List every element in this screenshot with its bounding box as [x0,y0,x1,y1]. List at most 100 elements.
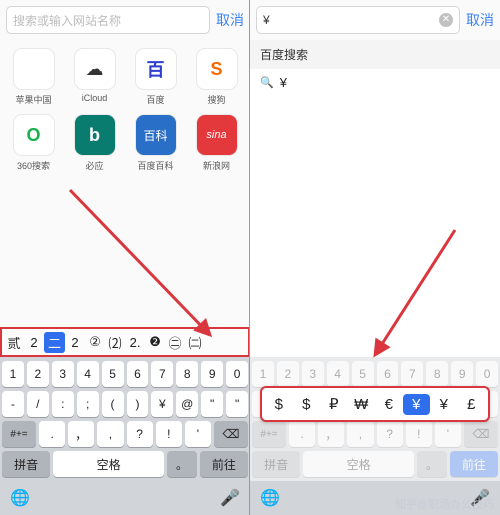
cancel-button[interactable]: 取消 [216,10,244,30]
screen-right: ¥ ✕ 取消 百度搜索 🔍 ¥ 1234567890 -/:;()¥@"" #+… [250,0,500,515]
key-space[interactable]: 空格 [303,451,414,477]
key-yen[interactable]: ¥ [151,391,173,417]
globe-icon[interactable]: 🌐 [260,488,280,508]
bookmark-baike[interactable]: 百科 百度百科 [126,114,185,172]
candidate[interactable]: ❷ [145,334,165,350]
candidate[interactable]: 2 [65,335,85,350]
key-dash[interactable]: - [2,391,24,417]
search-row: 搜索或输入网站名称 取消 [0,0,250,40]
key-quote2[interactable]: " [226,391,248,417]
bookmark-label: 百度百科 [137,159,173,172]
keyboard-control-row: 🌐 🎤 [0,481,250,515]
key-colon[interactable]: : [52,391,74,417]
candidate[interactable]: 2 [24,335,44,350]
key-at[interactable]: @ [176,391,198,417]
key-quote[interactable]: " [201,391,223,417]
search-input[interactable]: 搜索或输入网站名称 [6,6,210,34]
bookmark-label: 新浪网 [203,159,230,172]
key-cncomma[interactable]: ， [68,421,94,447]
bookmark-label: 搜狗 [207,93,225,106]
key-1[interactable]: 1 [2,361,24,387]
suggestions: 百度搜索 🔍 ¥ [250,40,500,357]
key-bang[interactable]: ! [156,421,182,447]
sina-icon: sina [196,114,238,156]
currency-key[interactable]: ₽ [320,395,348,413]
key-4[interactable]: 4 [77,361,99,387]
key-5[interactable]: 5 [102,361,124,387]
key-symbols[interactable]: #+= [2,421,36,447]
baidu-icon: 百 [135,48,177,90]
apple-icon [13,48,55,90]
key-lparen[interactable]: ( [102,391,124,417]
search-input[interactable]: ¥ ✕ [256,6,460,34]
candidate[interactable]: ㈡ [185,333,205,352]
key-slash[interactable]: / [27,391,49,417]
currency-key-selected[interactable]: ¥ [403,394,431,415]
key-space[interactable]: 空格 [53,451,164,477]
currency-popup[interactable]: $ $ ₽ ₩ € ¥ ¥ £ [260,386,490,422]
bottom-row: 拼音 空格 。 前往 [252,451,498,477]
candidate[interactable]: ② [85,334,105,350]
360-icon: O [13,114,55,156]
suggest-header: 百度搜索 [250,40,500,69]
key-comma[interactable]: , [97,421,123,447]
bookmark-label: 苹果中国 [15,93,51,106]
bookmark-360[interactable]: O 360搜索 [4,114,63,172]
symbol-row-2: #+= . ， , ? ! ' ⌫ [2,421,248,447]
bookmark-label: 百度 [146,93,164,106]
cancel-button[interactable]: 取消 [466,10,494,30]
candidate[interactable]: ㊁ [165,333,185,352]
key-0[interactable]: 0 [226,361,248,387]
bookmark-icloud[interactable]: ☁ iCloud [65,48,124,106]
suggest-text: ¥ [280,75,287,90]
key-dot[interactable]: 。 [167,451,197,477]
key-6[interactable]: 6 [127,361,149,387]
bookmark-sina[interactable]: sina 新浪网 [187,114,246,172]
suggest-item[interactable]: 🔍 ¥ [250,69,500,96]
baike-icon: 百科 [135,114,177,156]
search-icon: 🔍 [260,76,274,89]
bookmark-apple[interactable]: 苹果中国 [4,48,63,106]
bookmark-baidu[interactable]: 百 百度 [126,48,185,106]
bing-icon: b [74,114,116,156]
bottom-row: 拼音 空格 。 前往 [2,451,248,477]
key-go[interactable]: 前往 [450,451,498,477]
sogou-icon: S [196,48,238,90]
bookmarks-grid: 苹果中国 ☁ iCloud 百 百度 S 搜狗 O 360搜索 b 必应 百科 … [0,40,250,172]
currency-key[interactable]: € [375,396,403,413]
candidate-strip[interactable]: 贰 2 二 2 ② ⑵ 2. ❷ ㊁ ㈡ [0,327,250,357]
key-3[interactable]: 3 [52,361,74,387]
currency-key[interactable]: £ [458,396,486,413]
currency-key[interactable]: ¥ [430,396,458,413]
key-period[interactable]: . [39,421,65,447]
mic-icon[interactable]: 🎤 [220,488,240,508]
currency-key[interactable]: $ [293,396,321,413]
bookmark-bing[interactable]: b 必应 [65,114,124,172]
key-dot[interactable]: 。 [417,451,447,477]
key-7[interactable]: 7 [151,361,173,387]
search-row: ¥ ✕ 取消 [250,0,500,40]
bookmark-sogou[interactable]: S 搜狗 [187,48,246,106]
key-2[interactable]: 2 [27,361,49,387]
candidate[interactable]: ⑵ [105,333,125,352]
key-backspace[interactable]: ⌫ [214,421,248,447]
key-mode[interactable]: 拼音 [2,451,50,477]
key-rparen[interactable]: ) [127,391,149,417]
clear-icon[interactable]: ✕ [439,13,453,27]
globe-icon[interactable]: 🌐 [10,488,30,508]
key-9[interactable]: 9 [201,361,223,387]
currency-key[interactable]: $ [265,396,293,413]
candidate[interactable]: 2. [125,335,145,350]
key-go[interactable]: 前往 [200,451,248,477]
key-question[interactable]: ? [127,421,153,447]
key-mode[interactable]: 拼音 [252,451,300,477]
candidate[interactable]: 贰 [4,333,24,352]
search-placeholder: 搜索或输入网站名称 [13,12,121,29]
currency-key[interactable]: ₩ [348,396,376,413]
watermark: 知乎@职场办公技巧 [395,496,494,512]
keyboard: 1 2 3 4 5 6 7 8 9 0 - / : ; ( ) ¥ @ " " … [0,357,250,481]
key-apos[interactable]: ' [185,421,211,447]
candidate-selected[interactable]: 二 [44,332,65,353]
key-8[interactable]: 8 [176,361,198,387]
key-semicolon[interactable]: ; [77,391,99,417]
